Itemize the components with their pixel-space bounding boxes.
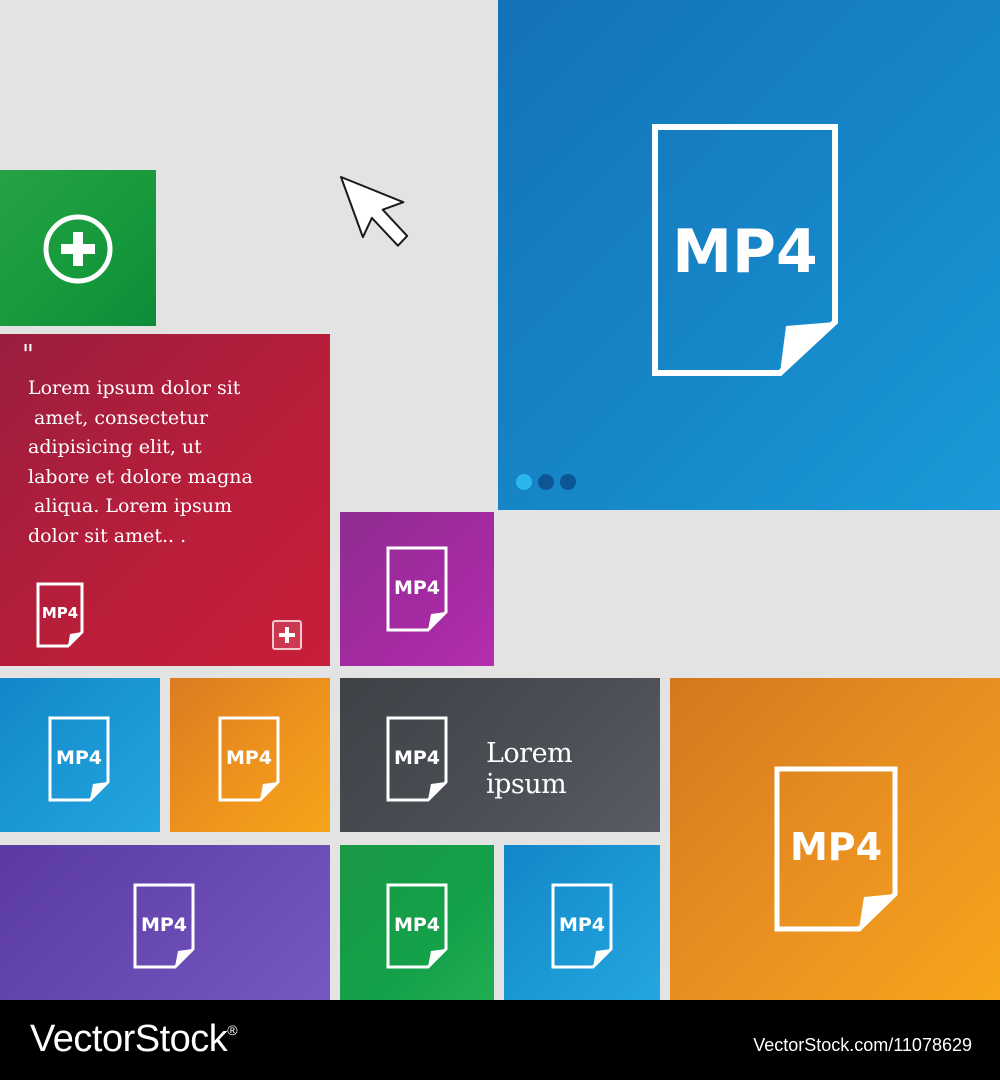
mp4-tile-blue-2[interactable]: MP4	[504, 845, 660, 1000]
mp4-tile-blue[interactable]: MP4	[0, 678, 160, 832]
mp4-label: MP4	[226, 747, 272, 769]
lorem-line: labore et dolore magna	[28, 465, 253, 488]
lorem-line: amet, consectetur	[28, 406, 209, 429]
mp4-label: MP4	[672, 217, 817, 287]
cursor-arrow-icon	[340, 176, 409, 247]
mp4-file-icon: MP4	[386, 716, 448, 802]
mp4-label: MP4	[394, 577, 440, 599]
mp4-label: MP4	[790, 825, 882, 869]
plus-circle-icon[interactable]	[42, 213, 114, 285]
mp4-file-icon: MP4	[386, 883, 448, 969]
mp4-file-icon: MP4	[386, 546, 448, 632]
mp4-label: MP4	[42, 604, 78, 622]
mp4-file-icon: MP4	[218, 716, 280, 802]
footer-bar: VectorStock® VectorStock.com/11078629	[0, 1000, 1000, 1080]
mp4-tile-violet[interactable]: MP4	[0, 845, 330, 1000]
featured-mp4-tile[interactable]: MP4	[498, 0, 1000, 510]
mp4-label: MP4	[394, 747, 440, 769]
page-dot-1[interactable]	[516, 474, 532, 490]
mp4-file-icon: MP4	[133, 883, 195, 969]
mp4-label: MP4	[141, 914, 187, 936]
mp4-file-icon: MP4	[36, 582, 84, 648]
add-tile[interactable]	[0, 170, 156, 326]
mp4-tile-purple[interactable]: MP4	[340, 512, 494, 666]
page-dot-3[interactable]	[560, 474, 576, 490]
mp4-tile-green[interactable]: MP4	[340, 845, 494, 1000]
lorem-line: Lorem ipsum dolor sit	[28, 377, 241, 399]
mp4-label: MP4	[56, 747, 102, 769]
page-indicator	[516, 474, 576, 490]
lorem-line: aliqua. Lorem ipsum	[28, 495, 233, 517]
quote-mark: "	[22, 340, 34, 370]
mp4-tile-orange-large[interactable]: MP4	[670, 678, 1000, 1000]
image-credit: VectorStock.com/11078629	[753, 1035, 972, 1055]
brand-logo: VectorStock®	[30, 1018, 238, 1060]
mp4-file-icon: MP4	[652, 124, 838, 376]
mp4-label: MP4	[559, 914, 605, 936]
quote-text-tile[interactable]: " Lorem ipsum dolor sit amet, consectetu…	[0, 334, 330, 666]
mp4-tile-dark-with-caption[interactable]: MP4 Lorem ipsum	[340, 678, 660, 832]
plus-square-icon[interactable]	[272, 620, 302, 650]
mp4-label: MP4	[394, 914, 440, 936]
mp4-file-icon: MP4	[551, 883, 613, 969]
page-dot-2[interactable]	[538, 474, 554, 490]
mp4-tile-orange[interactable]: MP4	[170, 678, 330, 832]
lorem-text-block: Lorem ipsum dolor sit amet, consectetur …	[28, 374, 253, 551]
lorem-line: adipisicing elit, ut	[28, 436, 202, 458]
mp4-file-icon: MP4	[774, 766, 898, 932]
mp4-file-icon: MP4	[48, 716, 110, 802]
lorem-line: dolor sit amet.. .	[28, 524, 187, 547]
tile-caption: Lorem ipsum	[486, 738, 573, 800]
